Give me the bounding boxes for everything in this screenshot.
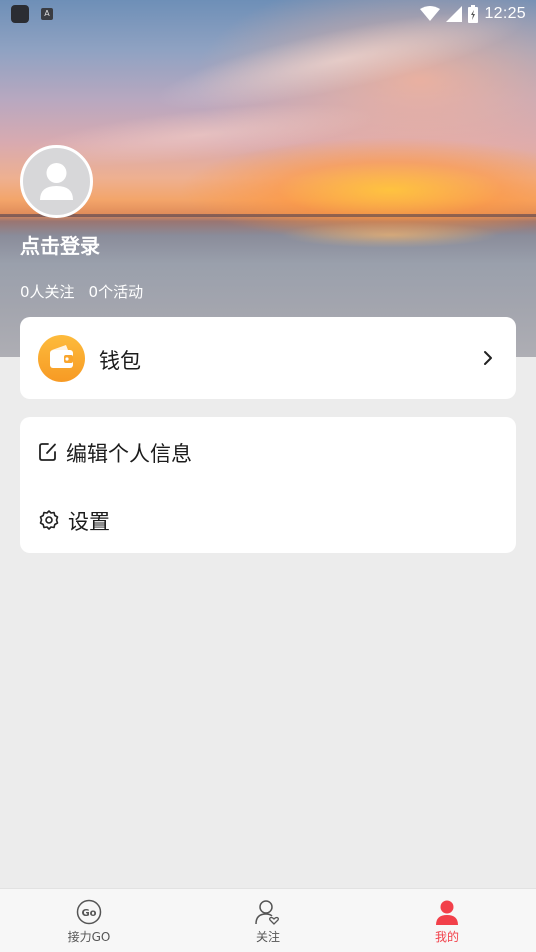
- login-prompt[interactable]: 点击登录: [20, 230, 100, 259]
- bottom-tab-bar: Go 接力GO 关注 我的: [0, 888, 536, 952]
- wallet-label: 钱包: [99, 349, 141, 373]
- profile-stats: 0人关注 0个活动: [20, 281, 143, 302]
- tab-label: 接力GO: [67, 930, 111, 944]
- status-bar: A 12:25: [0, 0, 536, 28]
- tab-label: 关注: [255, 930, 280, 944]
- app-notification-icon: [11, 5, 29, 23]
- wallet-row[interactable]: 钱包: [20, 317, 516, 399]
- follow-count[interactable]: 0人关注: [20, 281, 75, 302]
- clock: 12:25: [484, 5, 526, 22]
- activity-count[interactable]: 0个活动: [89, 281, 144, 302]
- person-icon: [436, 900, 458, 925]
- menu-item-settings[interactable]: 设置: [20, 485, 516, 553]
- edit-icon: [39, 443, 56, 461]
- sun-reflection: [280, 222, 500, 248]
- svg-text:Go: Go: [81, 908, 96, 919]
- avatar[interactable]: [20, 145, 93, 218]
- menu-item-edit-profile[interactable]: 编辑个人信息: [20, 417, 516, 485]
- gear-icon: [39, 510, 59, 530]
- follow-icon: [255, 900, 279, 925]
- menu-item-label: 编辑个人信息: [66, 442, 192, 466]
- tab-label: 我的: [434, 930, 459, 944]
- battery-icon: [468, 5, 479, 23]
- menu-item-label: 设置: [68, 510, 110, 534]
- keyboard-notification-icon: A: [41, 8, 53, 20]
- person-silhouette-icon: [40, 163, 73, 200]
- chevron-right-icon: [484, 351, 492, 365]
- wifi-icon: [420, 6, 441, 21]
- go-icon: Go: [76, 899, 102, 925]
- status-icons: 12:25: [420, 3, 526, 25]
- tab-mine[interactable]: 我的: [387, 889, 507, 952]
- signal-icon: [446, 6, 463, 22]
- menu-card: 编辑个人信息 设置: [20, 417, 516, 553]
- tab-jieli-go[interactable]: Go 接力GO: [29, 889, 149, 952]
- tab-follow[interactable]: 关注: [208, 889, 328, 952]
- wallet-icon: [38, 335, 85, 382]
